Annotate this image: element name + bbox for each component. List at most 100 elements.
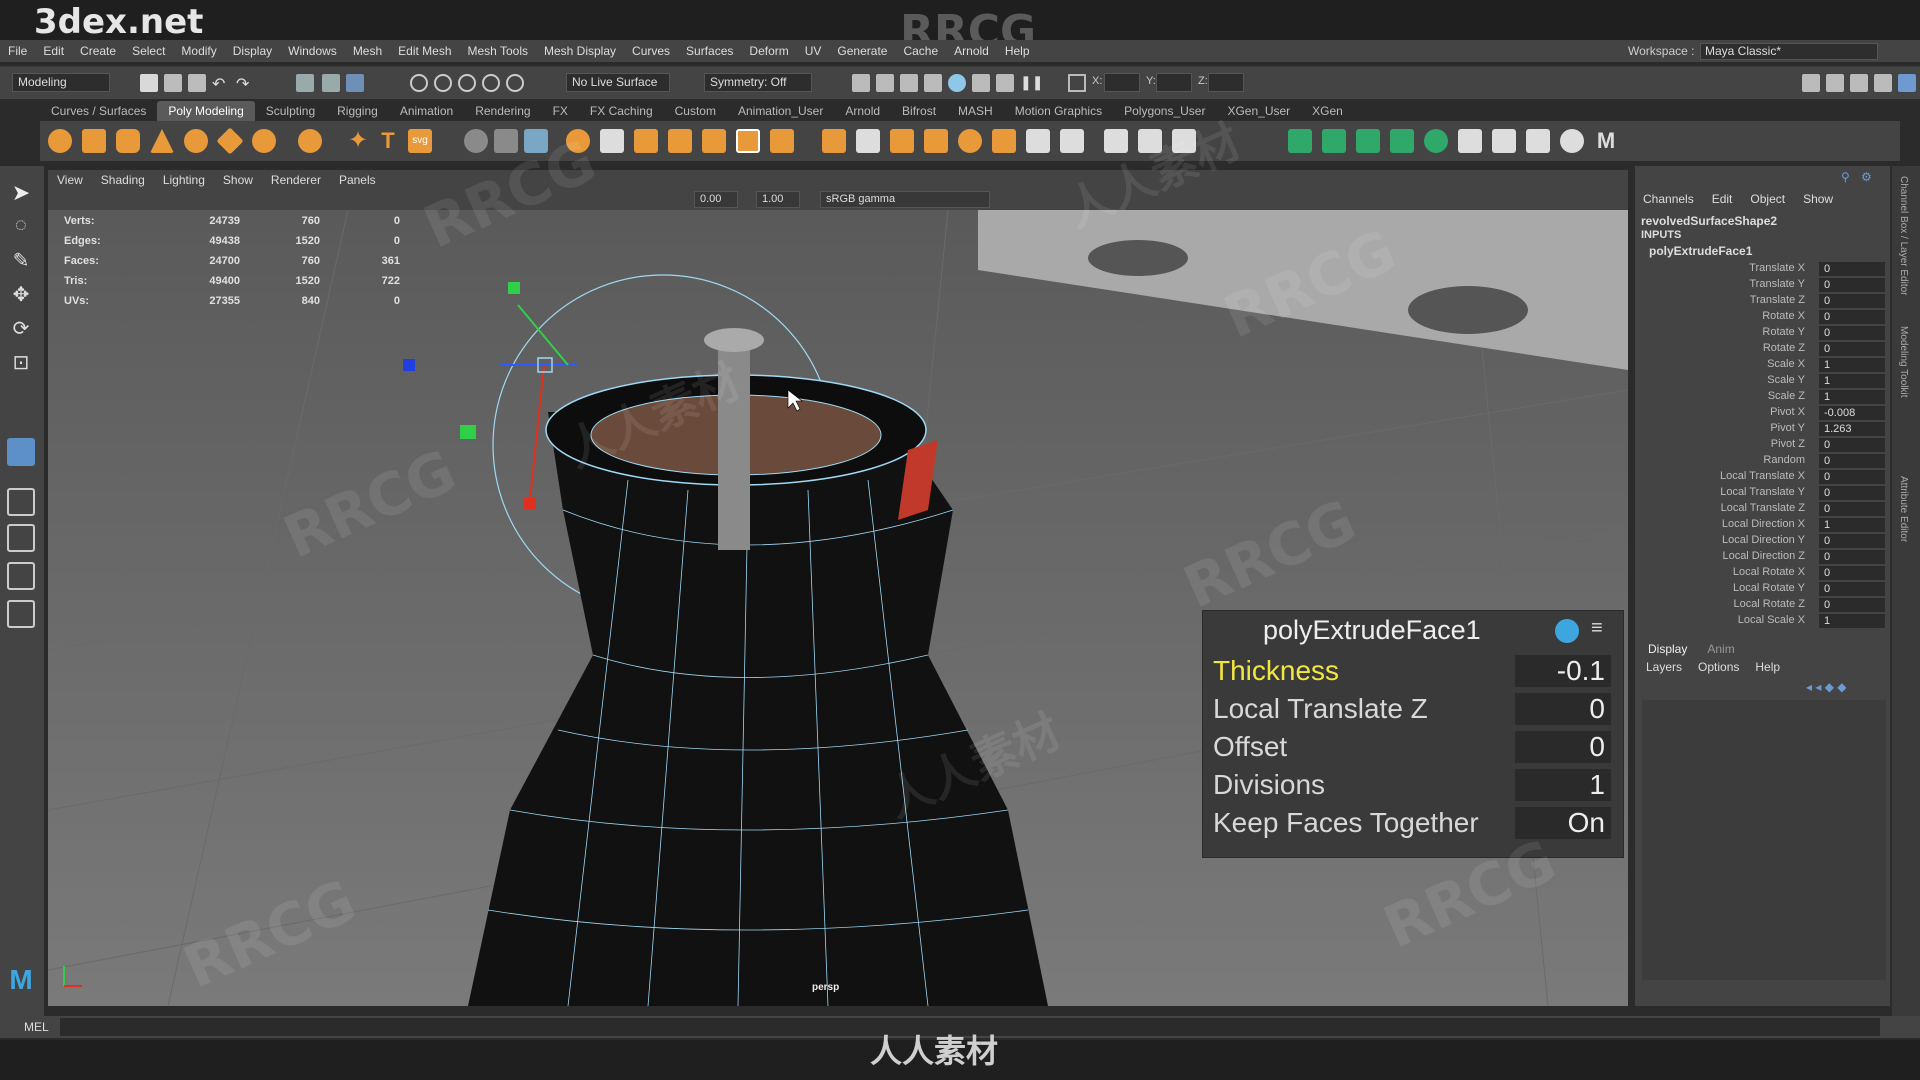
- channel-attribute-value[interactable]: 1.263: [1819, 422, 1885, 436]
- layer-menu-options[interactable]: Options: [1698, 660, 1739, 674]
- channel-attribute-value[interactable]: 1: [1819, 358, 1885, 372]
- layer-list[interactable]: [1642, 700, 1886, 980]
- poly-cylinder-icon[interactable]: [116, 129, 140, 153]
- snap-surface-icon[interactable]: [506, 74, 524, 92]
- menu-item-edit-mesh[interactable]: Edit Mesh: [390, 44, 459, 58]
- render-frame-icon[interactable]: [876, 74, 894, 92]
- channel-attribute-row[interactable]: Pivot X -0.008: [1635, 406, 1885, 422]
- channel-attribute-row[interactable]: Pivot Z 0: [1635, 438, 1885, 454]
- uv-editor-icon[interactable]: [1288, 129, 1312, 153]
- channel-attribute-value[interactable]: -0.008: [1819, 406, 1885, 420]
- x-field[interactable]: [1104, 73, 1140, 92]
- boolean-icon[interactable]: [600, 129, 624, 153]
- menu-item-edit[interactable]: Edit: [35, 44, 72, 58]
- menu-item-windows[interactable]: Windows: [280, 44, 345, 58]
- target-weld-icon[interactable]: [958, 129, 982, 153]
- channel-attribute-name[interactable]: Local Direction Z: [1722, 550, 1805, 562]
- select-tool-icon[interactable]: ➤: [7, 180, 35, 208]
- channel-attribute-row[interactable]: Translate Z 0: [1635, 294, 1885, 310]
- layer-arrows-icon[interactable]: ◂ ◂ ◆ ◆: [1806, 680, 1847, 694]
- side-tab-modeling-toolkit[interactable]: Modeling Toolkit: [1898, 326, 1909, 398]
- menu-item-mesh[interactable]: Mesh: [345, 44, 390, 58]
- input-node-name[interactable]: polyExtrudeFace1: [1649, 244, 1752, 258]
- in-view-editor-row[interactable]: Thickness -0.1: [1209, 653, 1615, 689]
- new-scene-icon[interactable]: [140, 74, 158, 92]
- poly-cube-icon[interactable]: [82, 129, 106, 153]
- poly-plane-icon[interactable]: [216, 127, 244, 155]
- channel-attribute-name[interactable]: Pivot Y: [1770, 422, 1805, 434]
- combine-icon[interactable]: [494, 129, 518, 153]
- menu-item-mesh-display[interactable]: Mesh Display: [536, 44, 624, 58]
- four-view-icon[interactable]: [7, 524, 35, 552]
- menu-item-curves[interactable]: Curves: [624, 44, 678, 58]
- extract-icon[interactable]: [634, 129, 658, 153]
- poly-disc-icon[interactable]: [252, 129, 276, 153]
- select-object-icon[interactable]: [322, 74, 340, 92]
- platonic-solid-icon[interactable]: [298, 129, 322, 153]
- rotate-tool-icon[interactable]: ⟳: [7, 316, 35, 344]
- channel-attribute-name[interactable]: Scale Y: [1767, 374, 1805, 386]
- poly-cone-icon[interactable]: [150, 129, 174, 153]
- undo-icon[interactable]: ↶: [212, 74, 230, 93]
- channel-attribute-row[interactable]: Local Translate Y 0: [1635, 486, 1885, 502]
- render-setup-icon[interactable]: [972, 74, 990, 92]
- channel-attribute-name[interactable]: Local Translate Z: [1721, 502, 1805, 514]
- channel-attribute-name[interactable]: Translate Y: [1749, 278, 1805, 290]
- symmetry-dropdown[interactable]: Symmetry: Off: [704, 73, 812, 92]
- channel-attribute-name[interactable]: Local Rotate Z: [1733, 598, 1805, 610]
- channel-attribute-row[interactable]: Local Translate X 0: [1635, 470, 1885, 486]
- channel-box-menu-object[interactable]: Object: [1750, 192, 1785, 206]
- layer-tab-anim[interactable]: Anim: [1707, 642, 1734, 656]
- shelf-tab-motion-graphics[interactable]: Motion Graphics: [1004, 101, 1113, 121]
- side-tab-channel-box-layer-editor[interactable]: Channel Box / Layer Editor: [1898, 176, 1909, 296]
- channel-attribute-row[interactable]: Random 0: [1635, 454, 1885, 470]
- spherical-map-icon[interactable]: [1390, 129, 1414, 153]
- channel-attribute-value[interactable]: 0: [1819, 342, 1885, 356]
- menu-item-cache[interactable]: Cache: [895, 44, 946, 58]
- channel-attribute-name[interactable]: Translate Z: [1750, 294, 1805, 306]
- channel-attribute-name[interactable]: Translate X: [1749, 262, 1805, 274]
- layout-uv-icon[interactable]: [1458, 129, 1482, 153]
- perspective-viewport[interactable]: [48, 210, 1628, 1006]
- menu-item-select[interactable]: Select: [124, 44, 173, 58]
- wedge-icon[interactable]: [1060, 129, 1084, 153]
- channel-attribute-value[interactable]: 0: [1819, 310, 1885, 324]
- bridge-icon[interactable]: [702, 129, 726, 153]
- channel-attribute-row[interactable]: Rotate X 0: [1635, 310, 1885, 326]
- layer-menu-help[interactable]: Help: [1755, 660, 1780, 674]
- svg-tool-icon[interactable]: svg: [408, 129, 432, 153]
- menu-item-surfaces[interactable]: Surfaces: [678, 44, 741, 58]
- live-surface-field[interactable]: No Live Surface: [566, 73, 670, 92]
- shelf-tab-xgen-user[interactable]: XGen_User: [1216, 101, 1301, 121]
- menu-item-uv[interactable]: UV: [797, 44, 830, 58]
- channel-attribute-value[interactable]: 0: [1819, 582, 1885, 596]
- viewport-menu-shading[interactable]: Shading: [92, 173, 154, 187]
- channel-attribute-name[interactable]: Local Rotate Y: [1733, 582, 1805, 594]
- shelf-tab-animation[interactable]: Animation: [389, 101, 464, 121]
- channel-attribute-name[interactable]: Pivot X: [1770, 406, 1805, 418]
- select-component-icon[interactable]: [346, 74, 364, 92]
- channel-attribute-value[interactable]: 0: [1819, 294, 1885, 308]
- render-view-icon[interactable]: [852, 74, 870, 92]
- channel-attribute-row[interactable]: Local Direction X 1: [1635, 518, 1885, 534]
- in-view-editor-value[interactable]: 0: [1515, 693, 1611, 725]
- channel-attribute-row[interactable]: Local Direction Y 0: [1635, 534, 1885, 550]
- shelf-tab-custom[interactable]: Custom: [664, 101, 727, 121]
- channel-attribute-value[interactable]: 0: [1819, 454, 1885, 468]
- menu-item-arnold[interactable]: Arnold: [946, 44, 997, 58]
- tool-settings-icon[interactable]: [1850, 74, 1868, 92]
- viewport-menu-renderer[interactable]: Renderer: [262, 173, 330, 187]
- paint-select-icon[interactable]: ✎: [7, 248, 35, 276]
- transform-mode-icon[interactable]: [1068, 74, 1086, 92]
- snap-curve-icon[interactable]: [434, 74, 452, 92]
- ipr-render-icon[interactable]: [900, 74, 918, 92]
- shelf-tab-animation-user[interactable]: Animation_User: [727, 101, 834, 121]
- channel-attribute-row[interactable]: Translate Y 0: [1635, 278, 1885, 294]
- channel-attribute-value[interactable]: 0: [1819, 262, 1885, 276]
- lasso-tool-icon[interactable]: ◌: [7, 214, 35, 242]
- channel-attribute-row[interactable]: Pivot Y 1.263: [1635, 422, 1885, 438]
- cylindrical-map-icon[interactable]: [1356, 129, 1380, 153]
- append-polygon-icon[interactable]: [822, 129, 846, 153]
- unfold-icon[interactable]: [1560, 129, 1584, 153]
- channel-attribute-value[interactable]: 0: [1819, 550, 1885, 564]
